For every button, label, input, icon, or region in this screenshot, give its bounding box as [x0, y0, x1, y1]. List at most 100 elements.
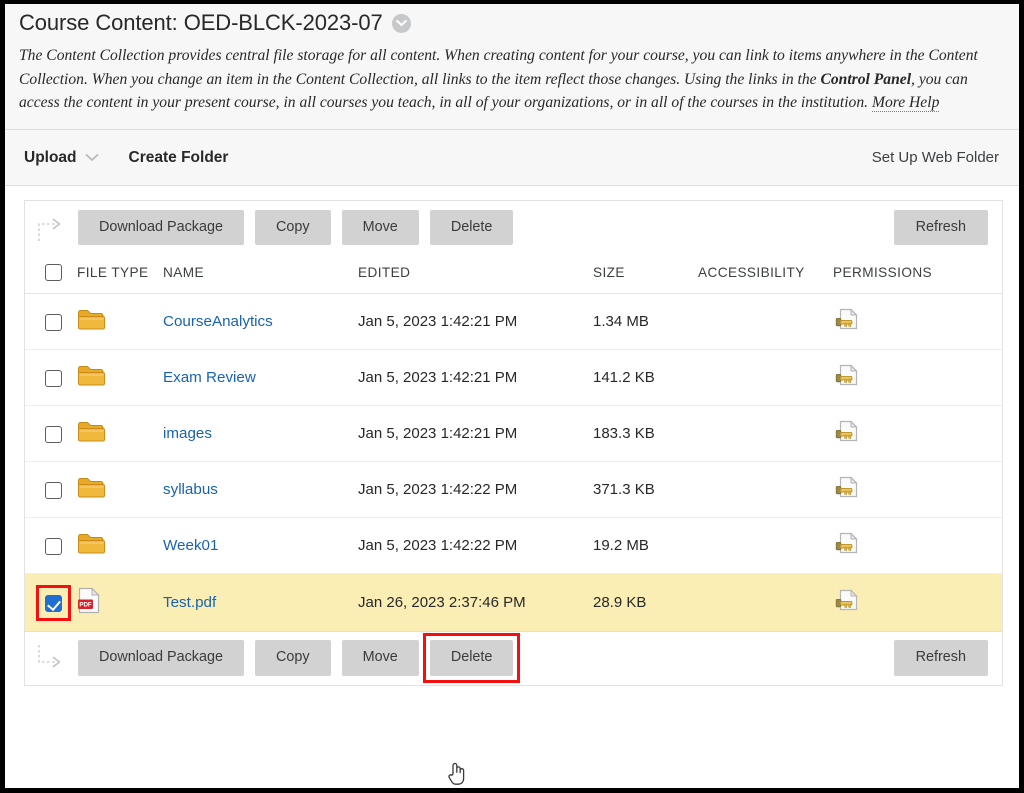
copy-button-top[interactable]: Copy [255, 210, 331, 246]
move-button-bottom[interactable]: Move [341, 640, 419, 676]
row-select-cell[interactable] [25, 517, 77, 575]
row-accessibility-cell [698, 405, 833, 463]
row-permissions-cell[interactable] [833, 405, 1002, 463]
action-bar: Upload Create Folder Set Up Web Folder [5, 130, 1019, 187]
row-checkbox[interactable] [45, 313, 62, 331]
delete-button-highlight: Delete [422, 633, 521, 684]
row-size-cell: 19.2 MB [593, 517, 698, 575]
row-checkbox[interactable] [45, 369, 62, 387]
upload-menu-button[interactable]: Upload [24, 149, 99, 167]
row-permissions-cell[interactable] [833, 517, 1002, 575]
table-row[interactable]: images Jan 5, 2023 1:42:21 PM 183.3 KB [25, 405, 1002, 463]
file-name-link[interactable]: Exam Review [163, 369, 256, 386]
page-key-icon[interactable] [833, 588, 860, 617]
file-name-link[interactable]: syllabus [163, 481, 218, 498]
toolbar-top: Download Package Copy Move Delete Refres… [25, 201, 1002, 254]
row-select-cell[interactable] [25, 573, 77, 633]
refresh-button-bottom[interactable]: Refresh [893, 640, 988, 676]
row-checkbox[interactable] [45, 425, 62, 443]
refresh-button-top[interactable]: Refresh [893, 210, 988, 246]
file-table-head: FILE TYPE NAME EDITED SIZE ACCESSIBILITY… [25, 254, 1002, 295]
row-accessibility-cell [698, 349, 833, 407]
column-header-edited[interactable]: EDITED [358, 254, 593, 295]
row-size-cell: 183.3 KB [593, 405, 698, 463]
table-row[interactable]: Week01 Jan 5, 2023 1:42:22 PM 19.2 MB [25, 517, 1002, 575]
row-select-cell[interactable] [25, 461, 77, 519]
row-name-cell[interactable]: Week01 [163, 517, 358, 575]
row-edited-cell: Jan 5, 2023 1:42:22 PM [358, 461, 593, 519]
row-file-type-cell: PDF [77, 573, 163, 633]
column-header-name[interactable]: NAME [163, 254, 358, 295]
file-list-panel: Download Package Copy Move Delete Refres… [24, 200, 1003, 686]
arrow-elbow-right-icon [36, 643, 64, 673]
row-size-cell: 371.3 KB [593, 461, 698, 519]
row-permissions-cell[interactable] [833, 349, 1002, 407]
row-name-cell[interactable]: Exam Review [163, 349, 358, 407]
page-key-icon[interactable] [833, 363, 860, 392]
page-description: The Content Collection provides central … [19, 44, 1005, 115]
select-all-header [25, 254, 77, 295]
column-header-file-type[interactable]: FILE TYPE [77, 254, 163, 295]
folder-icon [77, 308, 106, 335]
row-permissions-cell[interactable] [833, 293, 1002, 351]
row-file-type-cell [77, 405, 163, 463]
row-size-cell: 28.9 KB [593, 573, 698, 633]
row-checkbox-highlight [36, 585, 71, 621]
row-name-cell[interactable]: images [163, 405, 358, 463]
file-name-link[interactable]: CourseAnalytics [163, 313, 273, 330]
row-name-cell[interactable]: Test.pdf [163, 573, 358, 633]
column-header-accessibility[interactable]: ACCESSIBILITY [698, 254, 833, 295]
download-package-button-bottom[interactable]: Download Package [78, 640, 244, 676]
download-package-button-top[interactable]: Download Package [78, 210, 244, 246]
row-name-cell[interactable]: syllabus [163, 461, 358, 519]
file-name-link[interactable]: Test.pdf [163, 594, 216, 611]
delete-button-bottom[interactable]: Delete [429, 640, 514, 676]
set-up-web-folder-link[interactable]: Set Up Web Folder [872, 149, 1003, 166]
row-checkbox[interactable] [45, 537, 62, 555]
page-key-icon[interactable] [833, 531, 860, 560]
column-header-permissions[interactable]: PERMISSIONS [833, 254, 1002, 295]
title-row: Course Content: OED-BLCK-2023-07 [19, 10, 1005, 36]
file-table-header-row: FILE TYPE NAME EDITED SIZE ACCESSIBILITY… [25, 254, 1002, 295]
row-permissions-cell[interactable] [833, 573, 1002, 633]
row-edited-cell: Jan 5, 2023 1:42:22 PM [358, 517, 593, 575]
row-accessibility-cell [698, 517, 833, 575]
column-header-size[interactable]: SIZE [593, 254, 698, 295]
file-name-link[interactable]: images [163, 425, 212, 442]
row-file-type-cell [77, 293, 163, 351]
folder-icon [77, 476, 106, 503]
row-edited-cell: Jan 26, 2023 2:37:46 PM [358, 573, 593, 633]
table-row[interactable]: Exam Review Jan 5, 2023 1:42:21 PM 141.2 K… [25, 349, 1002, 407]
toolbar-bottom: Download Package Copy Move Delete Refres… [25, 632, 1002, 684]
page-key-icon[interactable] [833, 307, 860, 336]
copy-button-bottom[interactable]: Copy [255, 640, 331, 676]
chevron-down-icon [85, 153, 99, 162]
chevron-down-icon[interactable] [391, 13, 411, 33]
row-checkbox[interactable] [45, 594, 62, 612]
create-folder-button[interactable]: Create Folder [129, 149, 229, 167]
page-key-icon[interactable] [833, 475, 860, 504]
row-checkbox[interactable] [45, 481, 62, 499]
hand-pointer-cursor [447, 760, 467, 786]
folder-icon [77, 532, 106, 559]
row-select-cell[interactable] [25, 405, 77, 463]
row-select-cell[interactable] [25, 293, 77, 351]
row-size-cell: 141.2 KB [593, 349, 698, 407]
row-accessibility-cell [698, 293, 833, 351]
more-help-link[interactable]: More Help [871, 94, 940, 113]
delete-button-top[interactable]: Delete [429, 210, 514, 246]
row-select-cell[interactable] [25, 349, 77, 407]
select-all-checkbox[interactable] [45, 264, 62, 282]
file-name-link[interactable]: Week01 [163, 537, 218, 554]
move-button-top[interactable]: Move [341, 210, 419, 246]
table-row[interactable]: PDF Test.pdf Jan 26, 2023 2:37:46 PM 28.9 K… [25, 573, 1002, 633]
table-row[interactable]: syllabus Jan 5, 2023 1:42:22 PM 371.3 KB [25, 461, 1002, 519]
page-key-icon[interactable] [833, 419, 860, 448]
content-collection-frame: Course Content: OED-BLCK-2023-07 The Con… [0, 0, 1024, 793]
row-size-cell: 1.34 MB [593, 293, 698, 351]
row-name-cell[interactable]: CourseAnalytics [163, 293, 358, 351]
row-permissions-cell[interactable] [833, 461, 1002, 519]
table-row[interactable]: CourseAnalytics Jan 5, 2023 1:42:21 PM 1.3… [25, 293, 1002, 351]
svg-text:PDF: PDF [79, 602, 92, 609]
file-table-body: CourseAnalytics Jan 5, 2023 1:42:21 PM 1.3… [25, 293, 1002, 633]
